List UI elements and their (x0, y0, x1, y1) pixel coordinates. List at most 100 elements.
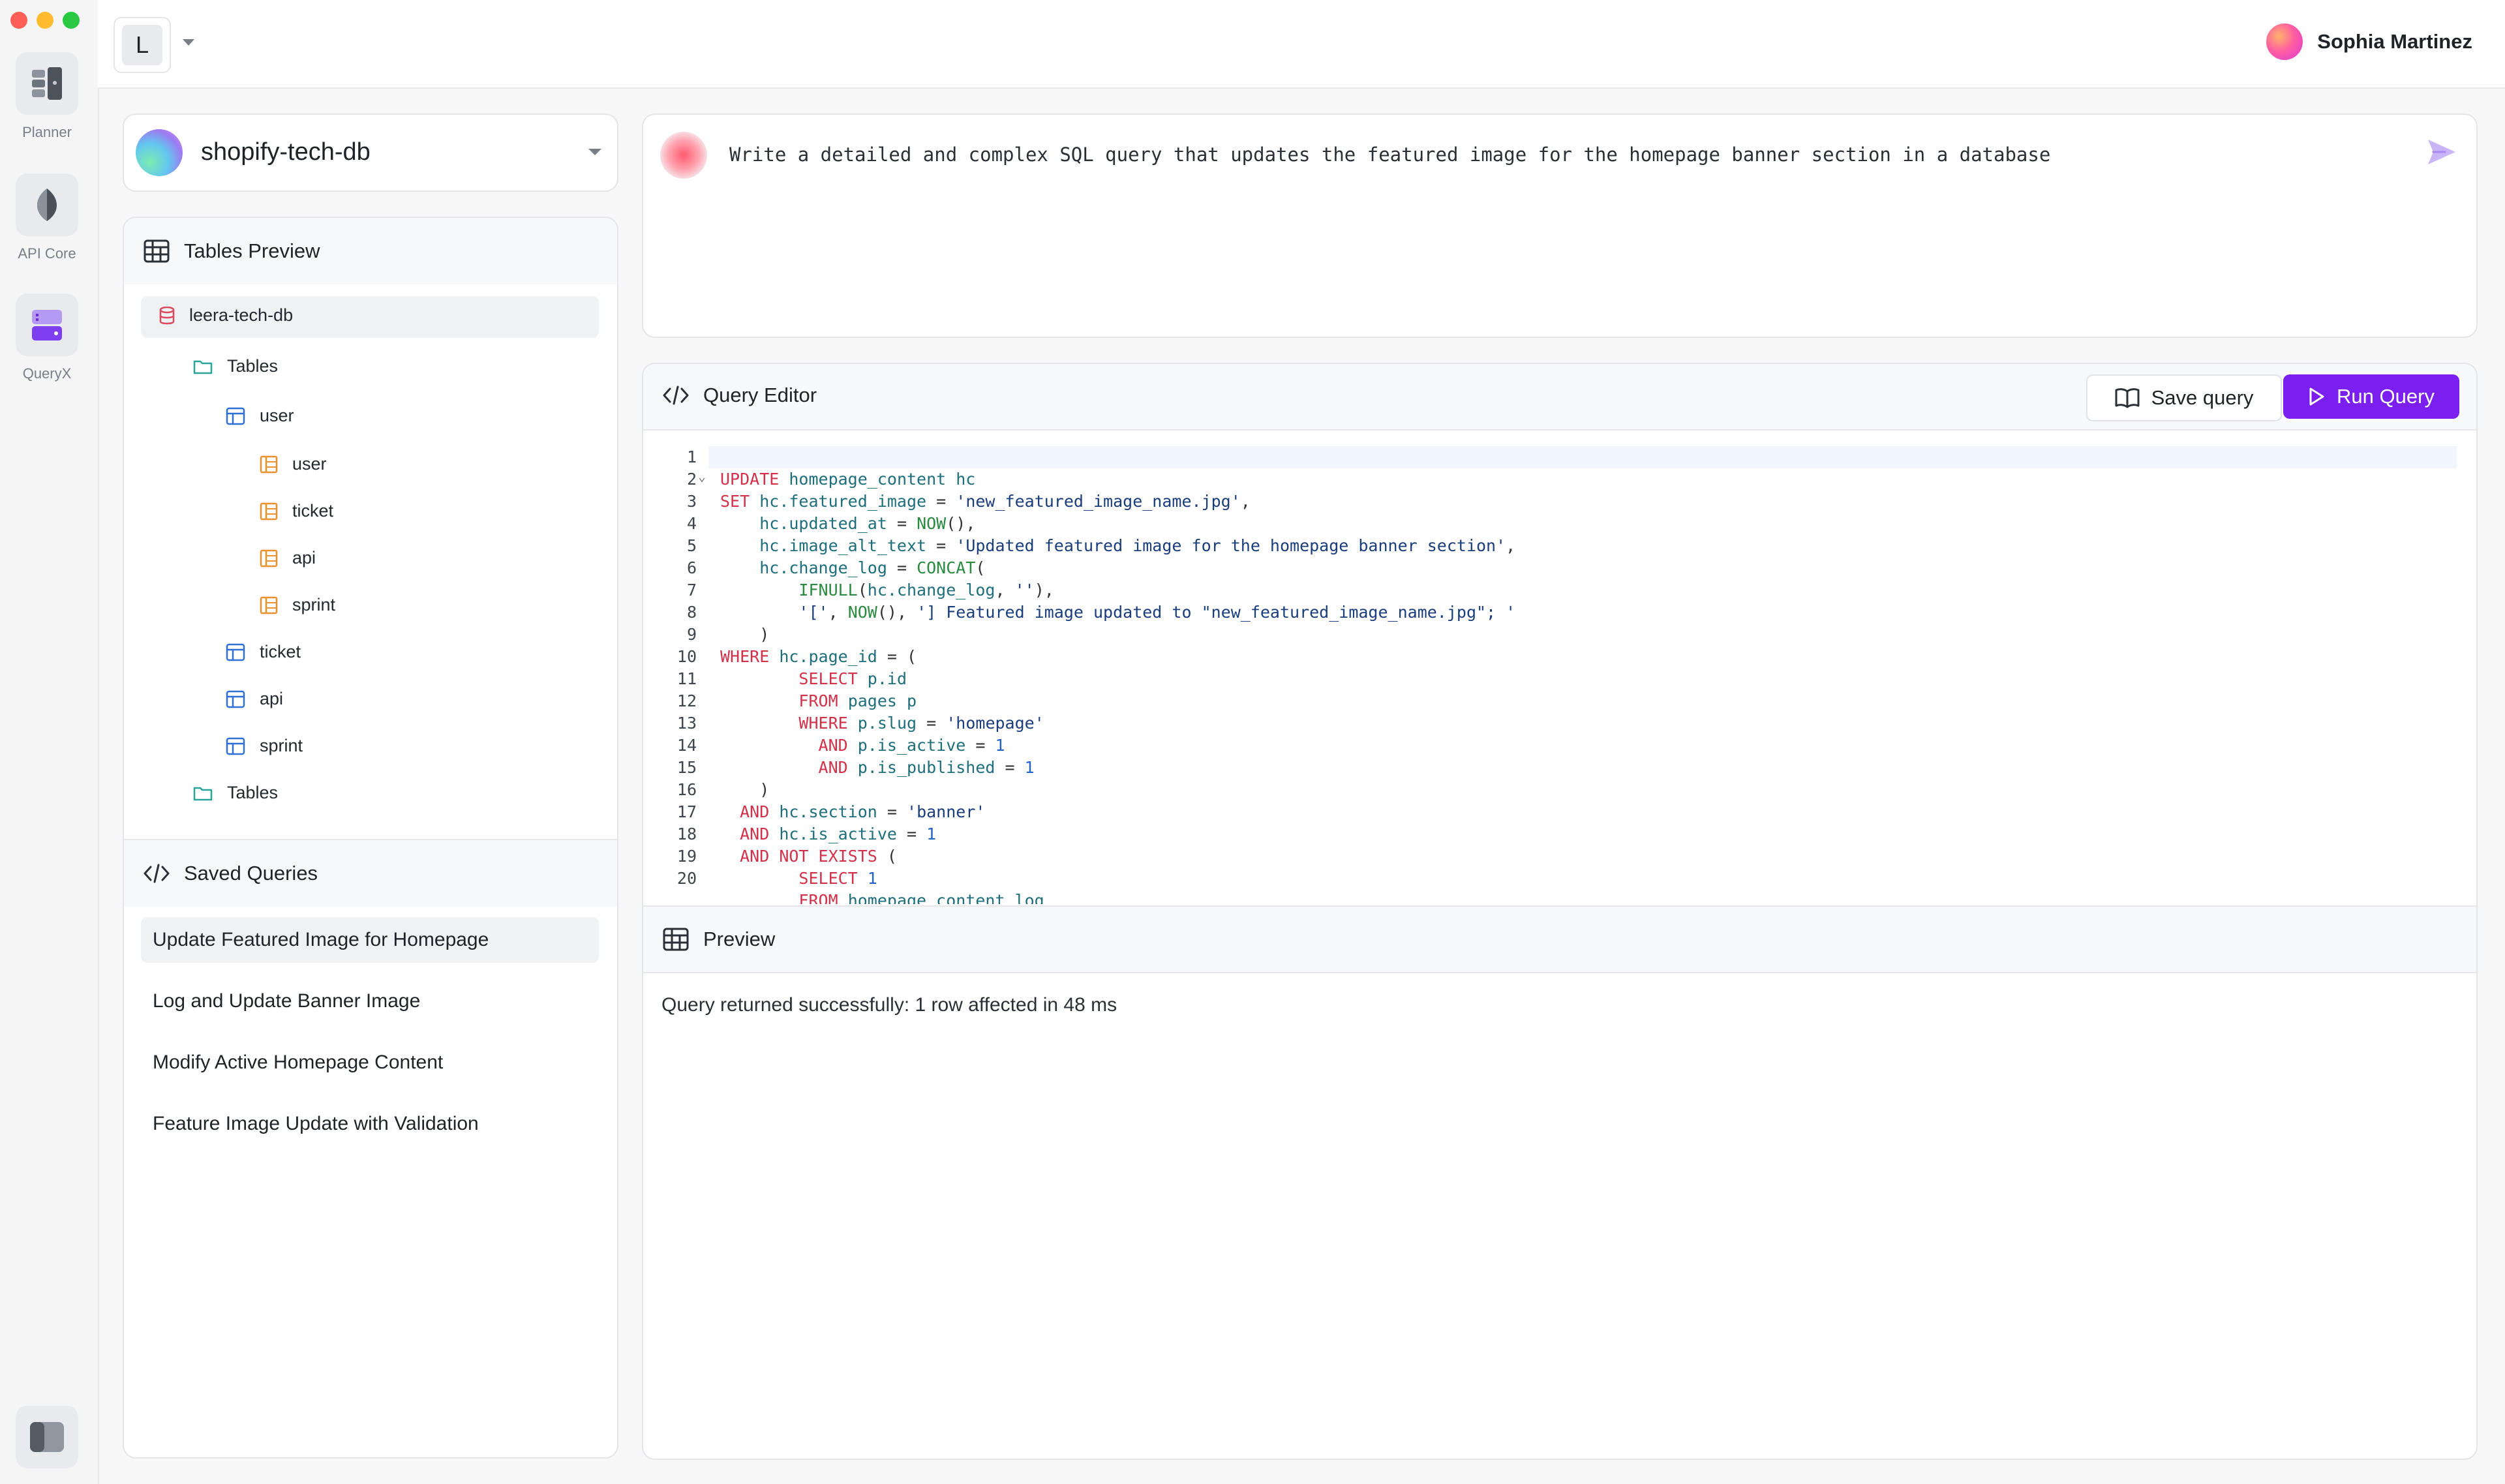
prompt-box[interactable]: Write a detailed and complex SQL query t… (642, 114, 2478, 338)
window-controls (10, 12, 80, 29)
tree-item-table-sprint[interactable]: sprint (226, 736, 303, 756)
preview-title: Preview (703, 928, 776, 950)
saved-query-item[interactable]: Feature Image Update with Validation (141, 1101, 599, 1147)
column-icon (260, 502, 278, 520)
folder-icon (193, 360, 213, 374)
server-stack-icon (32, 67, 62, 100)
tree-item-label: ticket (260, 642, 301, 661)
saved-query-item[interactable]: Modify Active Homepage Content (141, 1040, 599, 1085)
rail-label: Planner (22, 124, 72, 140)
column-icon (260, 455, 278, 473)
tree-item-label: api (292, 548, 316, 568)
database-server-icon (32, 310, 62, 341)
tree-item-database[interactable]: leera-tech-db (159, 305, 293, 326)
tree-item-label: Tables (227, 783, 279, 802)
zoom-window-button[interactable] (63, 12, 80, 29)
preview-header: Preview (643, 905, 2476, 973)
fold-chevron-icon[interactable]: ⌄ (698, 468, 706, 484)
assistant-avatar (660, 132, 707, 179)
rail-label: API Core (18, 245, 76, 262)
top-bar: L Sophia Martinez (98, 0, 2505, 89)
query-editor: Query Editor Save query Run Query 123456… (642, 363, 2478, 1460)
line-number: 19 (676, 847, 697, 866)
tree-item-label: ticket (292, 501, 334, 521)
save-query-button[interactable]: Save query (2086, 374, 2282, 421)
tree-item-label: sprint (260, 736, 303, 755)
saved-query-item[interactable]: Update Featured Image for Homepage (141, 917, 599, 963)
close-window-button[interactable] (10, 12, 27, 29)
line-number-gutter: 1 2 3 4 5 6 7 8 9 10 11 12 13 14 15 16 17 18 19 20 (643, 446, 697, 890)
code-icon (144, 864, 170, 883)
saved-query-item[interactable]: Log and Update Banner Image (141, 978, 599, 1024)
line-number: 5 (686, 536, 697, 555)
tree-item-label: sprint (292, 595, 336, 614)
tree-item-column[interactable]: api (260, 548, 316, 568)
rail-item-queryx[interactable]: QueryX (14, 294, 80, 382)
prompt-input[interactable]: Write a detailed and complex SQL query t… (729, 144, 2050, 166)
minimize-window-button[interactable] (37, 12, 53, 29)
line-number: 17 (676, 802, 697, 821)
schema-panel: Tables Preview leera-tech-db Tables user… (123, 217, 618, 1459)
line-number: 15 (676, 758, 697, 777)
table-icon (226, 407, 245, 425)
user-avatar (2266, 23, 2303, 60)
line-number: 1 (686, 447, 697, 466)
database-name: shopify-tech-db (201, 138, 371, 166)
tree-item-table-ticket[interactable]: ticket (226, 642, 301, 662)
table-grid-icon (144, 239, 170, 263)
rail-item-api-core[interactable]: API Core (14, 174, 80, 262)
run-query-button[interactable]: Run Query (2283, 374, 2459, 419)
tree-item-label: leera-tech-db (189, 305, 294, 325)
code-editor[interactable]: 1 2 3 4 5 6 7 8 9 10 11 12 13 14 15 16 17 18 19 20 ⌄ UPDATE… (643, 431, 2476, 904)
sidebar-toggle-button[interactable] (16, 1406, 78, 1468)
table-icon (226, 737, 245, 755)
query-editor-header: Query Editor Save query Run Query (643, 364, 2476, 431)
table-icon (226, 643, 245, 661)
tree-item-label: user (292, 454, 327, 474)
database-avatar (136, 129, 183, 176)
line-number: 12 (676, 691, 697, 710)
table-grid-icon (663, 928, 689, 951)
line-number: 3 (686, 492, 697, 511)
column-icon (260, 596, 278, 614)
tree-item-tables-folder[interactable]: Tables (193, 783, 278, 803)
tree-item-column[interactable]: sprint (260, 595, 335, 615)
workspace-switcher[interactable]: L (114, 17, 171, 73)
folder-icon (193, 787, 213, 800)
saved-queries-header: Saved Queries (124, 840, 617, 907)
line-number: 7 (686, 581, 697, 599)
user-name: Sophia Martinez (2317, 30, 2472, 53)
tables-preview-title: Tables Preview (184, 239, 320, 262)
workspace-initial: L (122, 25, 162, 65)
line-number: 4 (686, 514, 697, 533)
column-icon (260, 549, 278, 567)
app-rail: Planner API Core QueryX (0, 0, 99, 1484)
tree-item-label: Tables (227, 356, 279, 376)
database-selector[interactable]: shopify-tech-db (123, 114, 618, 192)
leaf-icon (37, 189, 57, 221)
user-profile[interactable]: Sophia Martinez (2266, 23, 2472, 60)
query-editor-title: Query Editor (703, 384, 817, 406)
rail-item-planner[interactable]: Planner (14, 52, 80, 141)
line-number: 6 (686, 558, 697, 577)
sql-code: UPDATE homepage_content hc SET hc.featur… (720, 470, 1516, 904)
tree-item-column[interactable]: user (260, 454, 327, 474)
line-number: 16 (676, 780, 697, 799)
caret-down-icon (588, 149, 601, 155)
query-result-message: Query returned successfully: 1 row affec… (661, 994, 1117, 1016)
caret-down-icon[interactable] (181, 38, 196, 47)
run-query-label: Run Query (2337, 385, 2435, 408)
line-number: 18 (676, 825, 697, 843)
code-icon (663, 386, 689, 405)
tree-item-table-api[interactable]: api (226, 689, 283, 709)
send-icon[interactable] (2425, 137, 2458, 167)
line-number: 2 (686, 470, 697, 489)
line-number: 13 (676, 714, 697, 733)
tree-item-label: user (260, 406, 294, 425)
tables-preview-header: Tables Preview (124, 218, 617, 284)
tree-item-table-user[interactable]: user (226, 406, 294, 426)
line-number: 9 (686, 625, 697, 644)
tree-item-column[interactable]: ticket (260, 501, 333, 521)
database-icon (159, 306, 175, 324)
tree-item-tables-folder[interactable]: Tables (193, 356, 278, 376)
